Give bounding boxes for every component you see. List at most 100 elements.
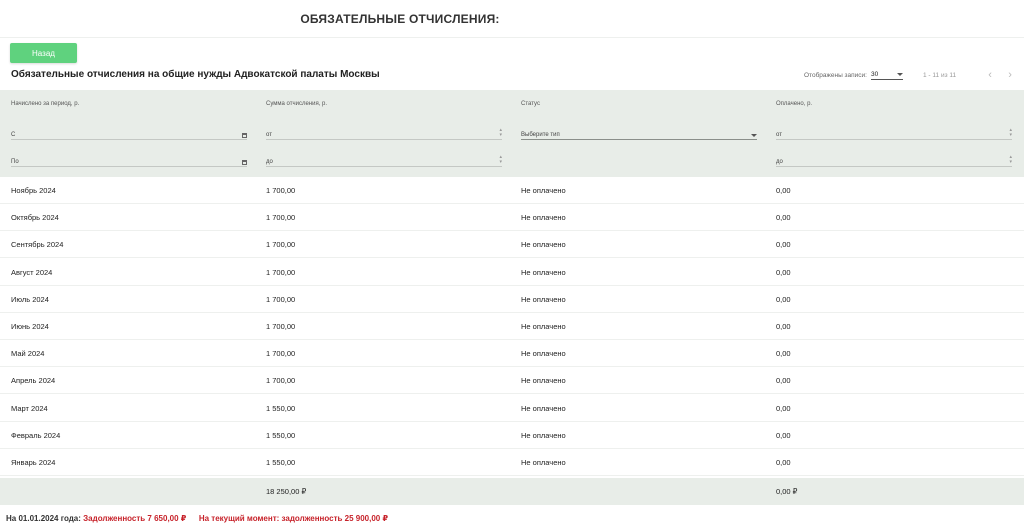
spinner-icon[interactable]: ▴ ▾ [499,128,502,138]
table-row[interactable]: Апрель 2024 1 700,00 Не оплачено 0,00 [0,367,1024,395]
calendar-icon[interactable] [242,160,247,165]
row-paid: 0,00 [776,240,791,250]
row-period: Апрель 2024 [11,376,56,386]
debt-summary: На 01.01.2024 года: Задолженность 7 650,… [6,514,388,523]
paid-to-placeholder: до [776,159,783,165]
row-period: Сентябрь 2024 [11,240,64,250]
top-divider [0,37,1024,38]
row-amount: 1 700,00 [266,240,296,250]
row-amount: 1 700,00 [266,349,296,359]
row-amount: 1 550,00 [266,458,296,467]
table-row[interactable]: Июль 2024 1 700,00 Не оплачено 0,00 [0,286,1024,313]
period-from-placeholder: С [11,132,16,138]
chevron-down-icon [751,134,757,137]
pager: Отображены записи: 30 1 - 11 из 11 ‹ › [804,69,1020,81]
paid-to-filter[interactable]: до ▴ ▾ [776,155,1012,167]
total-paid: 0,00 ₽ [776,487,798,496]
table-totals-row: 18 250,00 ₽ 0,00 ₽ [0,478,1024,505]
row-period: Июнь 2024 [11,322,49,331]
row-paid: 0,00 [776,376,791,386]
period-to-filter[interactable]: По [11,157,247,167]
table-row[interactable]: Февраль 2024 1 550,00 Не оплачено 0,00 [0,422,1024,449]
row-status: Не оплачено [521,267,566,277]
table-row[interactable]: Январь 2024 1 550,00 Не оплачено 0,00 [0,449,1024,476]
chevron-down-icon [897,72,903,76]
rows-per-page-select[interactable]: 30 [871,71,903,80]
amount-from-placeholder: от [266,132,272,138]
table-header: Начислено за период, р. Сумма отчисления… [0,90,1024,177]
row-status: Не оплачено [521,458,566,467]
row-paid: 0,00 [776,186,791,195]
row-paid: 0,00 [776,430,791,440]
row-status: Не оплачено [521,240,566,250]
table-row[interactable]: Сентябрь 2024 1 700,00 Не оплачено 0,00 [0,231,1024,259]
column-header-paid[interactable]: Оплачено, р. [776,101,812,107]
page-title: ОБЯЗАТЕЛЬНЫЕ ОТЧИСЛЕНИЯ: [300,12,500,26]
table-row[interactable]: Июнь 2024 1 700,00 Не оплачено 0,00 [0,313,1024,340]
row-status: Не оплачено [521,376,566,386]
row-status: Не оплачено [521,349,566,359]
row-period: Февраль 2024 [11,430,61,440]
row-status: Не оплачено [521,294,566,304]
row-paid: 0,00 [776,458,791,467]
chevron-right-icon[interactable]: › [1000,70,1020,81]
row-paid: 0,00 [776,322,791,331]
status-type-select[interactable]: Выберите тип [521,130,757,140]
row-period: Август 2024 [11,267,53,277]
row-amount: 1 550,00 [266,403,296,413]
current-debt-amount: На текущий момент: задолженность 25 900,… [198,514,389,523]
chevron-left-icon[interactable]: ‹ [980,70,1000,81]
table-row[interactable]: Март 2024 1 550,00 Не оплачено 0,00 [0,395,1024,422]
table-row[interactable]: Ноябрь 2024 1 700,00 Не оплачено 0,00 [0,177,1024,204]
row-status: Не оплачено [521,213,566,223]
row-amount: 1 700,00 [266,267,296,277]
row-period: Март 2024 [11,403,48,413]
row-amount: 1 700,00 [266,186,296,195]
row-status: Не оплачено [521,186,566,195]
spinner-icon[interactable]: ▴ ▾ [499,155,502,165]
rows-per-page-label: Отображены записи: [804,71,867,79]
row-period: Октябрь 2024 [11,213,59,223]
debt-start-amount: Задолженность 7 650,00 ₽ [83,514,187,523]
row-paid: 0,00 [776,349,791,359]
row-amount: 1 550,00 [266,430,296,440]
row-status: Не оплачено [521,430,566,440]
column-header-period[interactable]: Начислено за период, р. [11,101,79,107]
row-paid: 0,00 [776,403,791,413]
spinner-icon[interactable]: ▴ ▾ [1009,155,1012,165]
table-row[interactable]: Август 2024 1 700,00 Не оплачено 0,00 [0,259,1024,286]
paid-from-filter[interactable]: от ▴ ▾ [776,128,1012,140]
row-period: Июль 2024 [11,294,49,304]
row-status: Не оплачено [521,403,566,413]
row-period: Январь 2024 [11,458,56,467]
back-button[interactable]: Назад [10,43,77,63]
table-row[interactable]: Октябрь 2024 1 700,00 Не оплачено 0,00 [0,204,1024,232]
amount-from-filter[interactable]: от ▴ ▾ [266,128,502,140]
row-amount: 1 700,00 [266,294,296,304]
amount-to-filter[interactable]: до ▴ ▾ [266,155,502,167]
amount-to-placeholder: до [266,159,273,165]
period-from-filter[interactable]: С [11,130,247,140]
table-title: Обязательные отчисления на общие нужды А… [11,69,380,80]
row-paid: 0,00 [776,213,791,223]
row-status: Не оплачено [521,322,566,331]
row-paid: 0,00 [776,267,791,277]
spinner-icon[interactable]: ▴ ▾ [1009,128,1012,138]
column-header-status[interactable]: Статус [521,101,540,107]
row-amount: 1 700,00 [266,213,296,223]
paid-from-placeholder: от [776,132,782,138]
row-amount: 1 700,00 [266,322,296,331]
status-type-placeholder: Выберите тип [521,132,560,138]
row-period: Май 2024 [11,349,45,359]
calendar-icon[interactable] [242,133,247,138]
rows-per-page-value: 30 [871,70,879,78]
period-to-placeholder: По [11,159,19,165]
debt-date-label: На 01.01.2024 года: [6,514,81,523]
pager-range: 1 - 11 из 11 [923,71,957,79]
row-amount: 1 700,00 [266,376,296,386]
total-amount: 18 250,00 ₽ [266,487,307,496]
column-header-amount[interactable]: Сумма отчисления, р. [266,101,327,107]
table-row[interactable]: Май 2024 1 700,00 Не оплачено 0,00 [0,340,1024,368]
row-period: Ноябрь 2024 [11,186,56,195]
row-paid: 0,00 [776,294,791,304]
